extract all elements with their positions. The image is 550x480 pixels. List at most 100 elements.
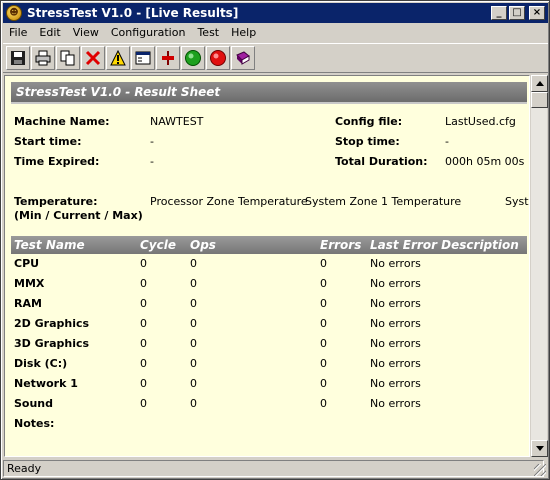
window-button[interactable] bbox=[131, 46, 155, 70]
cycle-value: 0 bbox=[140, 297, 147, 310]
cycle-value: 0 bbox=[140, 337, 147, 350]
col-last-error: Last Error Description bbox=[370, 238, 519, 252]
print-button[interactable] bbox=[31, 46, 55, 70]
temperature-zone-system2: Syste bbox=[505, 195, 529, 208]
status-text: Ready bbox=[3, 460, 544, 477]
delete-button[interactable] bbox=[81, 46, 105, 70]
col-test-name: Test Name bbox=[14, 238, 85, 252]
errors-value: 0 bbox=[320, 297, 327, 310]
table-row: Network 1 0 0 0 No errors bbox=[5, 377, 529, 397]
table-row: RAM 0 0 0 No errors bbox=[5, 297, 529, 317]
warning-icon bbox=[110, 50, 126, 66]
title-bar[interactable]: ☻ StressTest V1.0 - [Live Results] _ □ × bbox=[3, 3, 548, 23]
test-name: Disk (C:) bbox=[14, 357, 68, 370]
cpu-test-icon bbox=[162, 51, 174, 65]
ops-value: 0 bbox=[190, 337, 197, 350]
test-name: 3D Graphics bbox=[14, 337, 90, 350]
vertical-scrollbar[interactable] bbox=[530, 75, 548, 457]
stop-red-icon bbox=[210, 50, 226, 66]
cycle-value: 0 bbox=[140, 317, 147, 330]
temperature-label: Temperature: bbox=[14, 195, 98, 208]
minimize-button[interactable]: _ bbox=[491, 6, 507, 20]
total-duration-value: 000h 05m 00s bbox=[445, 155, 525, 168]
table-row: MMX 0 0 0 No errors bbox=[5, 277, 529, 297]
config-file-label: Config file: bbox=[335, 115, 403, 128]
table-row: Sound 0 0 0 No errors bbox=[5, 397, 529, 417]
results-table-header: Test Name Cycle Ops Errors Last Error De… bbox=[11, 236, 527, 254]
warning-button[interactable] bbox=[106, 46, 130, 70]
temperature-zones: Processor Zone Temperature System Zone 1… bbox=[150, 195, 529, 209]
notes-label: Notes: bbox=[14, 417, 55, 430]
table-row: Disk (C:) 0 0 0 No errors bbox=[5, 357, 529, 377]
cycle-value: 0 bbox=[140, 377, 147, 390]
maximize-button[interactable]: □ bbox=[509, 6, 525, 20]
close-button[interactable]: × bbox=[529, 6, 545, 20]
test-name: RAM bbox=[14, 297, 42, 310]
errors-value: 0 bbox=[320, 397, 327, 410]
window-icon bbox=[135, 51, 151, 65]
last-error-value: No errors bbox=[370, 257, 421, 270]
errors-value: 0 bbox=[320, 257, 327, 270]
resize-grip-icon[interactable] bbox=[534, 464, 546, 476]
start-green-icon bbox=[185, 50, 201, 66]
sheet-title: StressTest V1.0 - Result Sheet bbox=[11, 82, 527, 104]
menu-test[interactable]: Test bbox=[191, 24, 225, 42]
config-file-value: LastUsed.cfg bbox=[445, 115, 516, 128]
time-expired-label: Time Expired: bbox=[14, 155, 100, 168]
temperature-sub-label: (Min / Current / Max) bbox=[14, 209, 143, 222]
machine-name-label: Machine Name: bbox=[14, 115, 110, 128]
ops-value: 0 bbox=[190, 257, 197, 270]
ops-value: 0 bbox=[190, 317, 197, 330]
copy-button[interactable] bbox=[56, 46, 80, 70]
scroll-down-button[interactable] bbox=[531, 440, 548, 457]
errors-value: 0 bbox=[320, 337, 327, 350]
last-error-value: No errors bbox=[370, 357, 421, 370]
ops-value: 0 bbox=[190, 397, 197, 410]
menu-edit[interactable]: Edit bbox=[33, 24, 66, 42]
menu-configuration[interactable]: Configuration bbox=[105, 24, 192, 42]
stop-button[interactable] bbox=[206, 46, 230, 70]
toolbar bbox=[3, 43, 548, 73]
start-time-value: - bbox=[150, 135, 154, 148]
ops-value: 0 bbox=[190, 357, 197, 370]
menu-view[interactable]: View bbox=[67, 24, 105, 42]
book-icon bbox=[236, 51, 250, 65]
menu-bar: File Edit View Configuration Test Help bbox=[3, 24, 548, 42]
stop-time-label: Stop time: bbox=[335, 135, 400, 148]
cycle-value: 0 bbox=[140, 257, 147, 270]
scroll-up-button[interactable] bbox=[531, 75, 548, 92]
errors-value: 0 bbox=[320, 377, 327, 390]
machine-name-value: NAWTEST bbox=[150, 115, 204, 128]
help-book-button[interactable] bbox=[231, 46, 255, 70]
start-time-label: Start time: bbox=[14, 135, 82, 148]
cycle-value: 0 bbox=[140, 357, 147, 370]
col-errors: Errors bbox=[320, 238, 362, 252]
cpu-test-button[interactable] bbox=[156, 46, 180, 70]
cycle-value: 0 bbox=[140, 397, 147, 410]
scroll-thumb[interactable] bbox=[531, 92, 548, 108]
result-sheet[interactable]: StressTest V1.0 - Result Sheet Machine N… bbox=[4, 75, 530, 457]
last-error-value: No errors bbox=[370, 277, 421, 290]
test-name: Network 1 bbox=[14, 377, 78, 390]
test-name: CPU bbox=[14, 257, 40, 270]
app-logo-icon[interactable]: ☻ bbox=[6, 5, 22, 21]
col-cycle: Cycle bbox=[140, 238, 176, 252]
ops-value: 0 bbox=[190, 277, 197, 290]
save-button[interactable] bbox=[6, 46, 30, 70]
col-ops: Ops bbox=[190, 238, 216, 252]
menu-file[interactable]: File bbox=[3, 24, 33, 42]
last-error-value: No errors bbox=[370, 317, 421, 330]
total-duration-label: Total Duration: bbox=[335, 155, 428, 168]
errors-value: 0 bbox=[320, 317, 327, 330]
cycle-value: 0 bbox=[140, 277, 147, 290]
table-row: 3D Graphics 0 0 0 No errors bbox=[5, 337, 529, 357]
start-button[interactable] bbox=[181, 46, 205, 70]
errors-value: 0 bbox=[320, 357, 327, 370]
table-row: 2D Graphics 0 0 0 No errors bbox=[5, 317, 529, 337]
menu-help[interactable]: Help bbox=[225, 24, 262, 42]
temperature-zone-processor: Processor Zone Temperature bbox=[150, 195, 308, 208]
ops-value: 0 bbox=[190, 297, 197, 310]
arrow-down-icon bbox=[535, 446, 544, 451]
ops-value: 0 bbox=[190, 377, 197, 390]
temperature-zone-system1: System Zone 1 Temperature bbox=[305, 195, 462, 208]
